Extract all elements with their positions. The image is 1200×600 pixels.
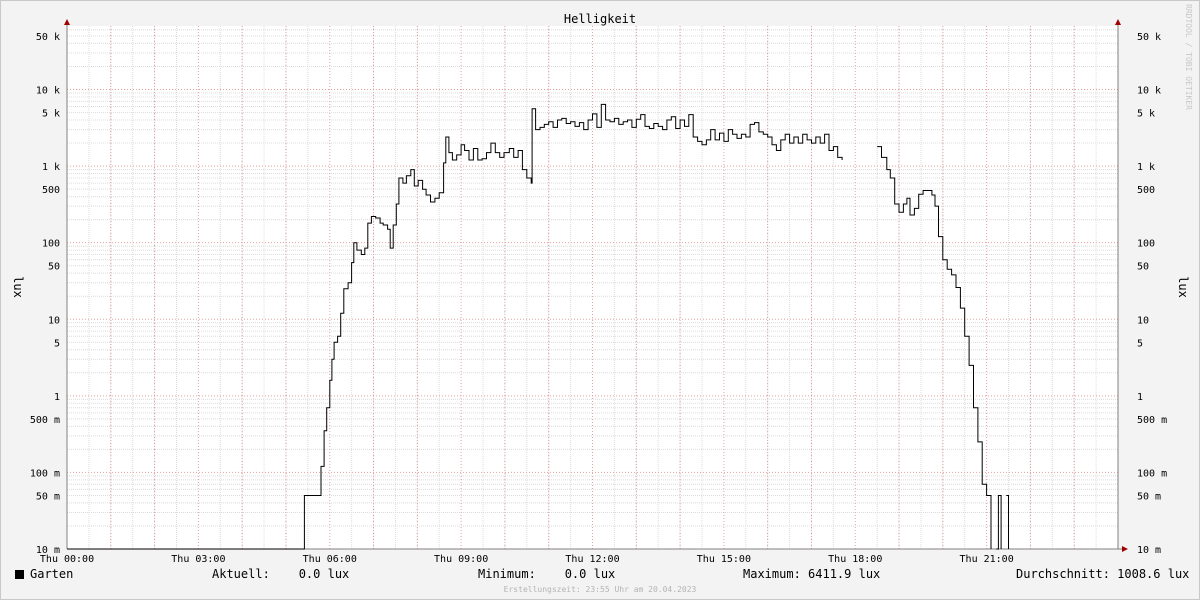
y-axis-label-left: lux: [11, 276, 25, 298]
x-tick-label: Thu 06:00: [303, 554, 357, 565]
x-tick-label: Thu 00:00: [40, 554, 94, 565]
legend-swatch: [15, 570, 24, 579]
average-value: Durchschnitt: 1008.6 lux: [1016, 567, 1190, 581]
y-tick-label-right: 5: [1137, 338, 1143, 349]
y-tick-label-right: 1 k: [1137, 162, 1155, 173]
chart-title: Helligkeit: [564, 12, 636, 26]
y-tick-label-right: 500 m: [1137, 415, 1167, 426]
y-tick-label-left: 10 k: [36, 86, 60, 97]
y-tick-label-left: 5: [54, 338, 60, 349]
y-tick-label-right: 500: [1137, 185, 1155, 196]
y-tick-label-left: 5 k: [42, 109, 60, 120]
x-tick-label: Thu 12:00: [565, 554, 619, 565]
y-axis-label-right: lux: [1176, 276, 1190, 298]
y-tick-label-right: 5 k: [1137, 109, 1155, 120]
y-tick-label-left: 50 m: [36, 491, 60, 502]
x-tick-label: Thu 18:00: [828, 554, 882, 565]
x-tick-label: Thu 03:00: [171, 554, 225, 565]
y-axis-arrow-right: [1115, 19, 1121, 25]
x-tick-label: Thu 15:00: [697, 554, 751, 565]
y-tick-label-right: 10: [1137, 315, 1149, 326]
y-tick-label-right: 10 m: [1137, 545, 1161, 556]
y-tick-label-left: 100 m: [30, 468, 60, 479]
legend-label: Garten: [30, 567, 74, 581]
brightness-chart: 10 m 10 m50 m 50 m100 m 100 m500 m 500 m1 15 5…: [11, 4, 1193, 565]
y-tick-label-left: 500 m: [30, 415, 60, 426]
creation-time: Erstellungszeit: 23:55 Uhr am 20.04.2023: [503, 585, 697, 594]
minimum-value: Minimum: 0.0 lux: [478, 567, 616, 581]
y-tick-label-left: 50 k: [36, 32, 60, 43]
y-tick-label-left: 50: [48, 262, 60, 273]
y-tick-label-right: 50: [1137, 262, 1149, 273]
x-axis-arrow: [1122, 546, 1128, 552]
x-tick-label: Thu 21:00: [960, 554, 1014, 565]
y-tick-label-right: 100 m: [1137, 468, 1167, 479]
x-tick-label: Thu 09:00: [434, 554, 488, 565]
y-tick-label-right: 1: [1137, 392, 1143, 403]
current-value: Aktuell: 0.0 lux: [212, 567, 350, 581]
y-tick-label-right: 50 k: [1137, 32, 1161, 43]
y-tick-label-left: 1 k: [42, 162, 60, 173]
y-tick-label-right: 50 m: [1137, 491, 1161, 502]
y-tick-label-left: 100: [42, 239, 60, 250]
vendor-watermark: RRDTOOL / TOBI OETIKER: [1184, 4, 1193, 110]
y-tick-label-left: 1: [54, 392, 60, 403]
maximum-value: Maximum: 6411.9 lux: [743, 567, 881, 581]
y-axis-arrow-left: [64, 19, 70, 25]
y-tick-label-right: 100: [1137, 239, 1155, 250]
y-tick-label-left: 10: [48, 315, 60, 326]
y-tick-label-left: 500: [42, 185, 60, 196]
y-tick-label-right: 10 k: [1137, 86, 1161, 97]
